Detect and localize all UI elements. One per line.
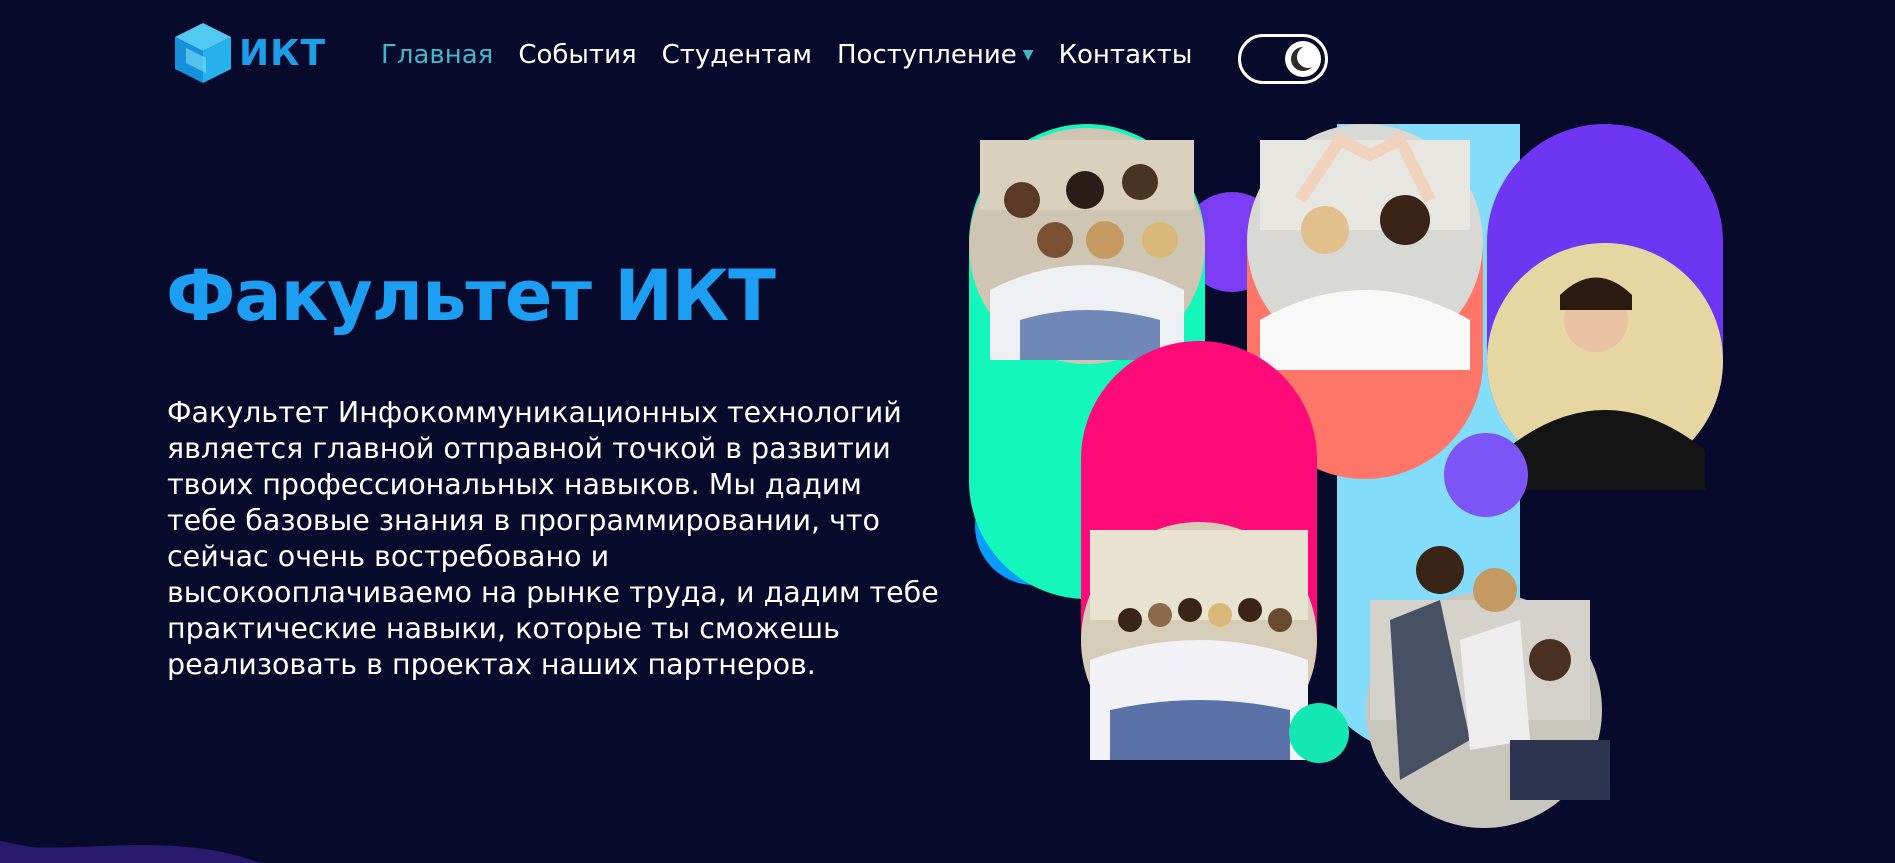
logo-text: ИКТ (239, 32, 327, 74)
nav-item-label: События (518, 40, 637, 70)
hero-title: Факультет ИКТ (166, 255, 776, 337)
hero-description: Факультет Инфокоммуникационных технологи… (167, 395, 967, 683)
nav-item-admission[interactable]: Поступление ▼ (837, 40, 1034, 70)
hero-description-line: высокооплачиваемо на рынке труда, и дади… (167, 576, 939, 609)
hero-description-line: сейчас очень востребовано и (167, 540, 610, 573)
hero-description-line: твоих профессиональных навыков. Мы дадим (167, 468, 862, 501)
group-selfie-photo (969, 128, 1205, 364)
nav-item-contacts[interactable]: Контакты (1059, 40, 1193, 70)
site-header: ИКТ Главная События Студентам Поступлени… (0, 0, 1895, 115)
corner-wave-decoration (0, 841, 260, 863)
caret-down-icon: ▼ (1022, 47, 1034, 63)
cube-logo-icon (173, 21, 233, 85)
photo-collage (960, 120, 1740, 830)
hero-description-line: Факультет Инфокоммуникационных технологи… (167, 396, 902, 429)
group-outdoor-photo (1081, 522, 1317, 760)
decor-circle-mint (1289, 703, 1349, 763)
nav-item-label: Поступление (836, 40, 1017, 70)
logo[interactable]: ИКТ (173, 21, 326, 85)
student-hoodie-photo (1487, 243, 1723, 490)
main-nav: Главная События Студентам Поступление ▼ К… (381, 40, 1217, 70)
hero-description-line: тебе базовые знания в программировании, … (167, 504, 880, 537)
nav-item-events[interactable]: События (518, 40, 636, 70)
moon-icon (1291, 46, 1319, 71)
nav-item-label: Контакты (1058, 40, 1193, 70)
nav-item-home[interactable]: Главная (381, 40, 493, 70)
theme-toggle[interactable] (1238, 34, 1328, 84)
hero-description-line: является главной отправной точкой в разв… (167, 432, 891, 465)
decor-circle-lavender (1444, 433, 1528, 517)
hero-description-line: практические навыки, которые ты сможешь (167, 612, 840, 645)
heart-hands-photo (1247, 124, 1483, 370)
nav-item-label: Студентам (661, 40, 812, 70)
nav-item-label: Главная (381, 40, 494, 70)
hero-description-line: реализовать в проектах наших партнеров. (167, 648, 816, 681)
nav-item-students[interactable]: Студентам (662, 40, 812, 70)
toggle-knob (1285, 41, 1321, 77)
